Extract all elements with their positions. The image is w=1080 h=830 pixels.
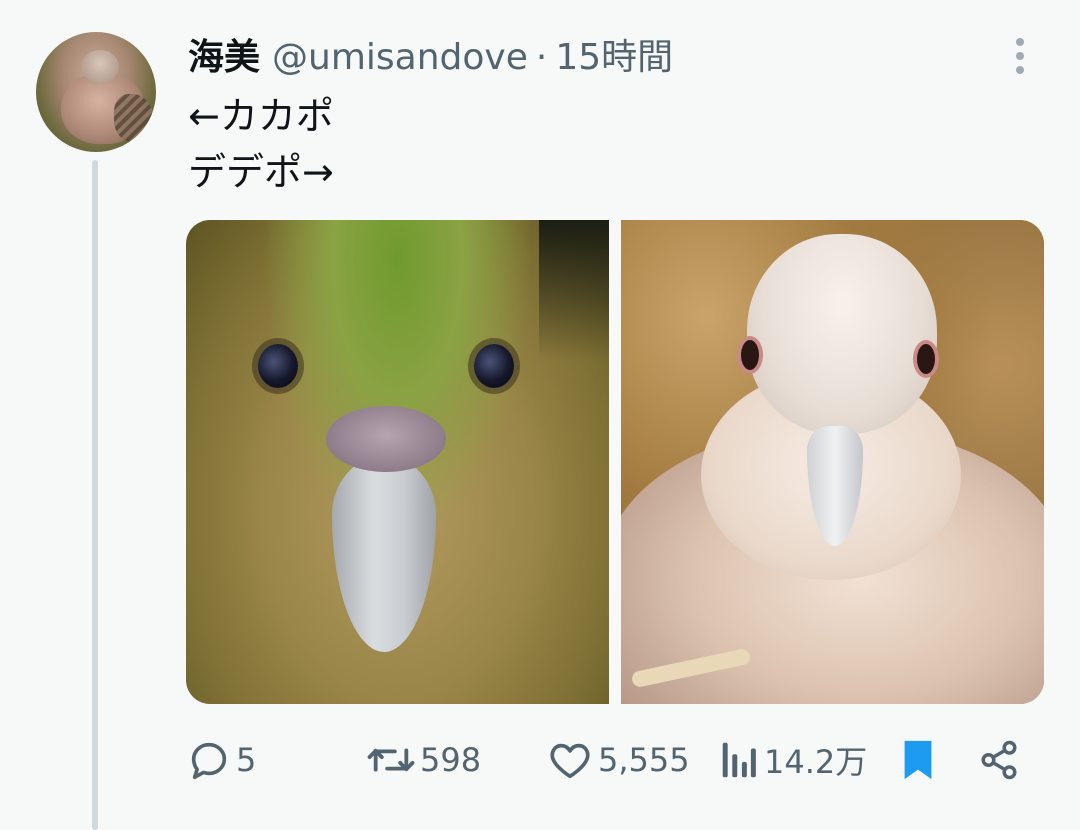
- tweet-timestamp[interactable]: 15時間: [555, 30, 673, 86]
- bookmark-icon: [904, 740, 932, 780]
- avatar-bird-wing: [114, 94, 154, 142]
- author-handle[interactable]: @umisandove: [272, 30, 528, 86]
- action-bar: 5 598 5,555 14.2万: [186, 732, 1046, 788]
- like-count: 5,555: [598, 741, 690, 779]
- more-dot: [1016, 66, 1024, 74]
- thread-line: [92, 160, 98, 830]
- dove-eye-left: [741, 340, 759, 370]
- reply-button[interactable]: 5: [186, 732, 256, 788]
- tweet-header: 海美 @umisandove · 15時間: [188, 30, 673, 86]
- kakapo-eye-left: [258, 344, 298, 388]
- retweet-count: 598: [420, 741, 482, 779]
- bookmark-button[interactable]: [898, 732, 938, 788]
- more-dot: [1016, 38, 1024, 46]
- views-count: 14.2万: [764, 743, 868, 781]
- tweet-text: ←カカポ デデポ→: [188, 88, 334, 200]
- tweet-text-line: デデポ→: [188, 150, 334, 194]
- author-name[interactable]: 海美: [188, 30, 260, 86]
- avatar[interactable]: [36, 32, 156, 152]
- retweet-button[interactable]: 598: [366, 732, 481, 788]
- dove-head: [747, 234, 937, 434]
- more-dot: [1016, 52, 1024, 60]
- reply-count: 5: [236, 741, 257, 779]
- like-button[interactable]: 5,555: [546, 732, 690, 788]
- photo-background: [539, 220, 609, 360]
- views-button[interactable]: 14.2万: [718, 732, 867, 788]
- avatar-bird-head: [81, 50, 119, 84]
- more-icon[interactable]: [1006, 34, 1034, 78]
- kakapo-eye-right: [474, 344, 514, 388]
- media-grid: [186, 220, 1044, 704]
- share-icon: [981, 740, 1017, 780]
- dove-eye-right: [917, 344, 935, 374]
- like-icon: [550, 743, 590, 779]
- tweet-text-line: ←カカポ: [188, 94, 334, 138]
- reply-icon: [191, 742, 227, 780]
- share-button[interactable]: [978, 732, 1020, 788]
- photo-kakapo[interactable]: [186, 220, 609, 704]
- retweet-icon: [367, 748, 415, 772]
- views-icon: [722, 742, 756, 778]
- kakapo-beak: [332, 456, 436, 652]
- photo-dove[interactable]: [621, 220, 1044, 704]
- kakapo-cere: [326, 406, 446, 472]
- separator-dot: ·: [535, 37, 548, 78]
